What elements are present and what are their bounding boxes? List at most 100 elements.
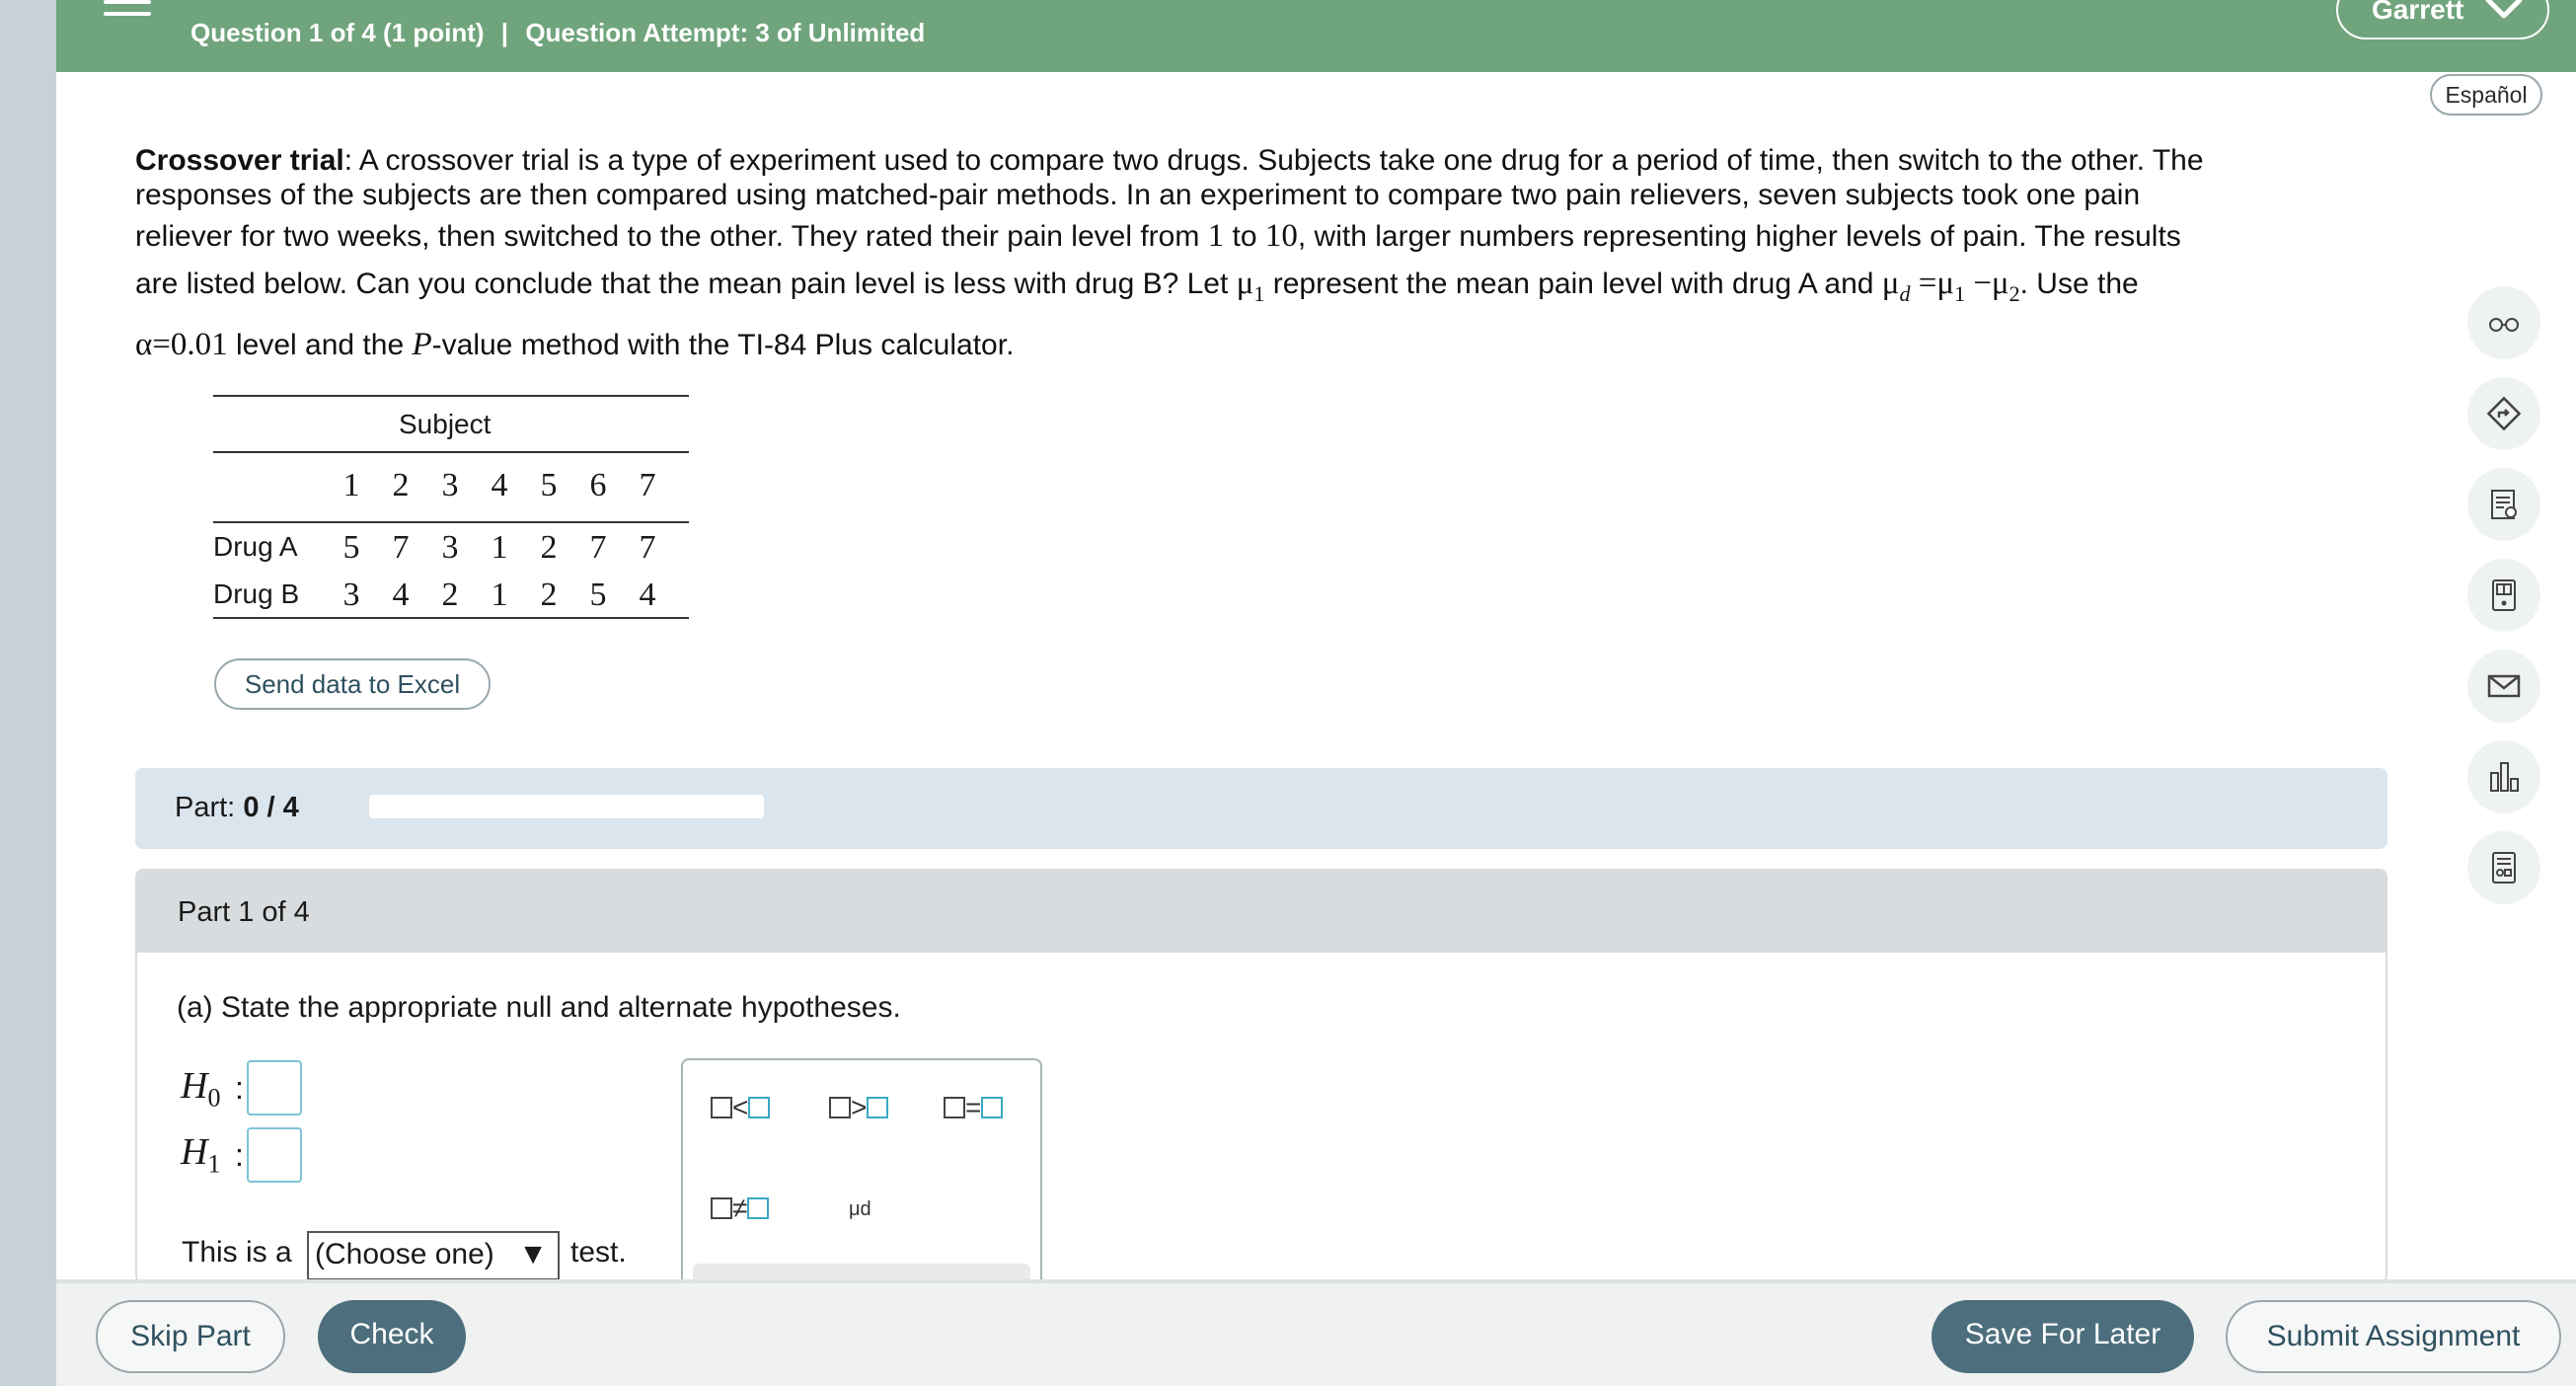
calculator-button[interactable] [2467,559,2540,632]
chart-icon [2490,762,2519,792]
worksheet-icon [2492,852,2516,884]
subject-number: 4 [491,467,508,503]
range-max: 10 [1264,218,1298,254]
save-for-later-button[interactable]: Save For Later [1932,1300,2194,1373]
test-type-suffix: test. [570,1236,627,1269]
question-line-1: : A crossover trial is a type of experim… [343,144,2204,177]
subject-number: 6 [589,467,607,503]
test-type-select[interactable]: (Choose one) ▼ [307,1231,560,1280]
table-cell: 3 [342,577,360,613]
part-card-header: Part 1 of 4 [137,871,2386,953]
table-cell: 3 [441,529,459,566]
header-separator: | [500,18,509,47]
table-cell: 5 [342,529,360,566]
question-line-3a: reliever for two weeks, then switched to… [135,220,1200,253]
hypotheses-prompt: (a) State the appropriate null and alter… [177,991,901,1024]
attempt-info: Question Attempt: 3 of Unlimited [525,18,926,47]
part-progress-label: Part: 0 / 4 [175,792,299,823]
h0-input[interactable] [247,1060,302,1116]
glasses-button[interactable] [2467,286,2540,359]
mu-d-button[interactable]: μd [849,1198,871,1221]
question-line-5a: level and the [236,329,405,361]
question-line-4a: are listed below. Can you conclude that … [135,268,1229,300]
question-status: Question 1 of 4 (1 point) | Question Att… [190,18,925,48]
question-line-4b: represent the mean pain level with drug … [1272,268,1874,300]
part-progress-value: 0 / 4 [243,792,299,823]
less-than-button[interactable]: < [711,1092,771,1123]
table-cell: 2 [540,577,558,613]
table-rule [213,451,689,453]
range-min: 1 [1207,218,1225,254]
user-name: Garrett [2372,0,2464,25]
row-label: Drug B [213,578,300,609]
subject-number: 3 [441,467,459,503]
table-cell: 4 [392,577,410,613]
part-card-title: Part 1 of 4 [178,896,310,928]
mu-1-symbol: μ1 [1236,266,1265,307]
user-menu-button[interactable]: Garrett [2336,0,2549,39]
h1-input[interactable] [247,1127,302,1183]
subject-number: 1 [342,467,360,503]
test-type-select-value: (Choose one) [315,1238,494,1270]
ebook-icon [2491,490,2517,519]
compass-icon [2486,396,2522,431]
subject-number: 5 [540,467,558,503]
table-cell: 7 [639,529,656,566]
worksheet-button[interactable] [2467,831,2540,904]
table-rule-bottom [213,617,689,619]
not-equal-button[interactable]: ≠ [711,1193,770,1224]
h1-label: H1 [181,1131,221,1179]
table-cell: 4 [639,577,656,613]
alpha-level: α=0.01 [135,327,228,362]
table-cell: 1 [491,529,508,566]
skip-part-button[interactable]: Skip Part [96,1300,285,1373]
part-card: Part 1 of 4 [135,869,2387,1283]
math-palette: < > = ≠ μd [681,1058,1042,1295]
ebook-button[interactable] [2467,468,2540,541]
h0-colon: : [235,1070,244,1106]
question-line-2: responses of the subjects are then compa… [135,179,2141,211]
send-to-excel-button[interactable]: Send data to Excel [214,658,491,710]
p-letter: P [412,327,432,362]
calculator-icon [2492,579,2516,611]
table-rule [213,521,689,523]
submit-assignment-button[interactable]: Submit Assignment [2226,1300,2561,1373]
table-cell: 2 [441,577,459,613]
table-cell: 7 [392,529,410,566]
language-button[interactable]: Español [2430,74,2542,116]
mu-d-definition: μd =μ1 −μ2 [1881,266,2020,307]
question-line-5b: -value method with the TI-84 Plus calcul… [431,329,1015,361]
subject-number: 7 [639,467,656,503]
table-cell: 7 [589,529,607,566]
part-progress-track [369,795,764,818]
header-bar: Question 1 of 4 (1 point) | Question Att… [56,0,2576,72]
dropdown-arrow-icon: ▼ [518,1238,548,1270]
glasses-icon [2489,318,2519,332]
statistics-button[interactable] [2467,740,2540,813]
check-button[interactable]: Check [318,1300,466,1373]
mail-button[interactable] [2467,650,2540,723]
question-title: Crossover trial [135,144,344,177]
h0-label: H0 [181,1065,221,1113]
footer-bar: Skip Part Check Save For Later Submit As… [56,1279,2576,1386]
question-line-3b: , with larger numbers representing highe… [1297,220,2181,253]
table-cell: 1 [491,577,508,613]
row-label: Drug A [213,531,298,562]
table-cell: 5 [589,577,607,613]
compass-button[interactable] [2467,377,2540,450]
question-line-4c: . Use the [2019,268,2139,300]
hamburger-menu-icon[interactable] [104,0,151,22]
mail-icon [2487,674,2521,698]
part-progress-bar: Part: 0 / 4 [135,768,2387,849]
h1-colon: : [235,1137,244,1173]
range-to: to [1232,220,1257,253]
subject-number: 2 [392,467,410,503]
equals-button[interactable]: = [944,1092,1004,1123]
question-info: Question 1 of 4 (1 point) [190,18,485,47]
chevron-down-icon [2485,0,2523,19]
test-type-prefix: This is a [182,1236,292,1269]
left-rail [0,0,56,1386]
greater-than-button[interactable]: > [829,1092,889,1123]
table-rule-top [213,395,689,397]
table-header-subject: Subject [399,409,492,439]
